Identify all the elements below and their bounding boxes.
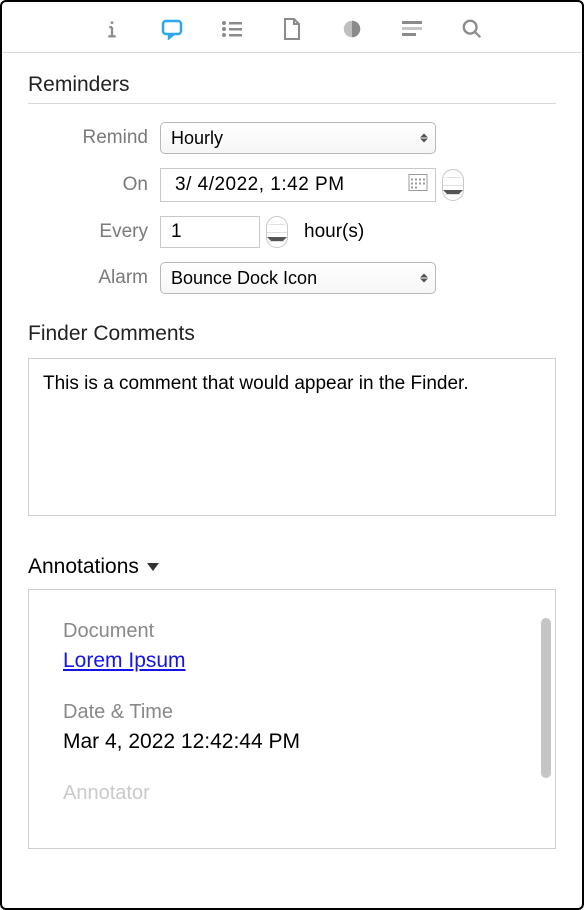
on-label: On <box>28 174 160 196</box>
reminders-heading: Reminders <box>28 73 556 97</box>
stepper-down-icon[interactable] <box>267 233 287 248</box>
annotations-panel: Document Lorem Ipsum Date & Time Mar 4, … <box>28 589 556 849</box>
every-stepper[interactable] <box>266 216 288 248</box>
stepper-up-icon[interactable] <box>267 217 287 233</box>
annotations-heading[interactable]: Annotations <box>28 555 556 579</box>
info-icon[interactable] <box>99 16 125 42</box>
document-icon[interactable] <box>279 16 305 42</box>
search-icon[interactable] <box>459 16 485 42</box>
every-label: Every <box>28 221 160 243</box>
alarm-select[interactable]: Bounce Dock Icon <box>160 262 436 294</box>
stepper-up-icon[interactable] <box>443 170 463 186</box>
contrast-icon[interactable] <box>339 16 365 42</box>
annotation-datetime-label: Date & Time <box>63 701 521 724</box>
lines-icon[interactable] <box>399 16 425 42</box>
remind-label: Remind <box>28 127 160 149</box>
comments-heading: Finder Comments <box>28 322 556 346</box>
annotation-document-link[interactable]: Lorem Ipsum <box>63 649 186 672</box>
every-unit: hour(s) <box>304 221 364 243</box>
calendar-icon[interactable] <box>408 174 428 197</box>
on-date-input[interactable]: 3/ 4/2022, 1:42 PM <box>160 168 436 202</box>
scrollbar[interactable] <box>541 618 551 778</box>
remind-select[interactable]: Hourly <box>160 122 436 154</box>
divider <box>28 103 556 104</box>
every-input[interactable]: 1 <box>160 216 260 248</box>
stepper-down-icon[interactable] <box>443 186 463 201</box>
annotation-document-label: Document <box>63 620 521 643</box>
disclosure-caret-icon <box>147 563 159 571</box>
list-icon[interactable] <box>219 16 245 42</box>
alarm-label: Alarm <box>28 267 160 289</box>
comment-icon[interactable] <box>159 16 185 42</box>
date-stepper[interactable] <box>442 169 464 201</box>
inspector-toolbar <box>2 2 582 53</box>
annotation-datetime-value: Mar 4, 2022 12:42:44 PM <box>63 730 521 754</box>
annotation-annotator-label: Annotator <box>63 782 521 805</box>
comments-textarea[interactable] <box>28 358 556 516</box>
